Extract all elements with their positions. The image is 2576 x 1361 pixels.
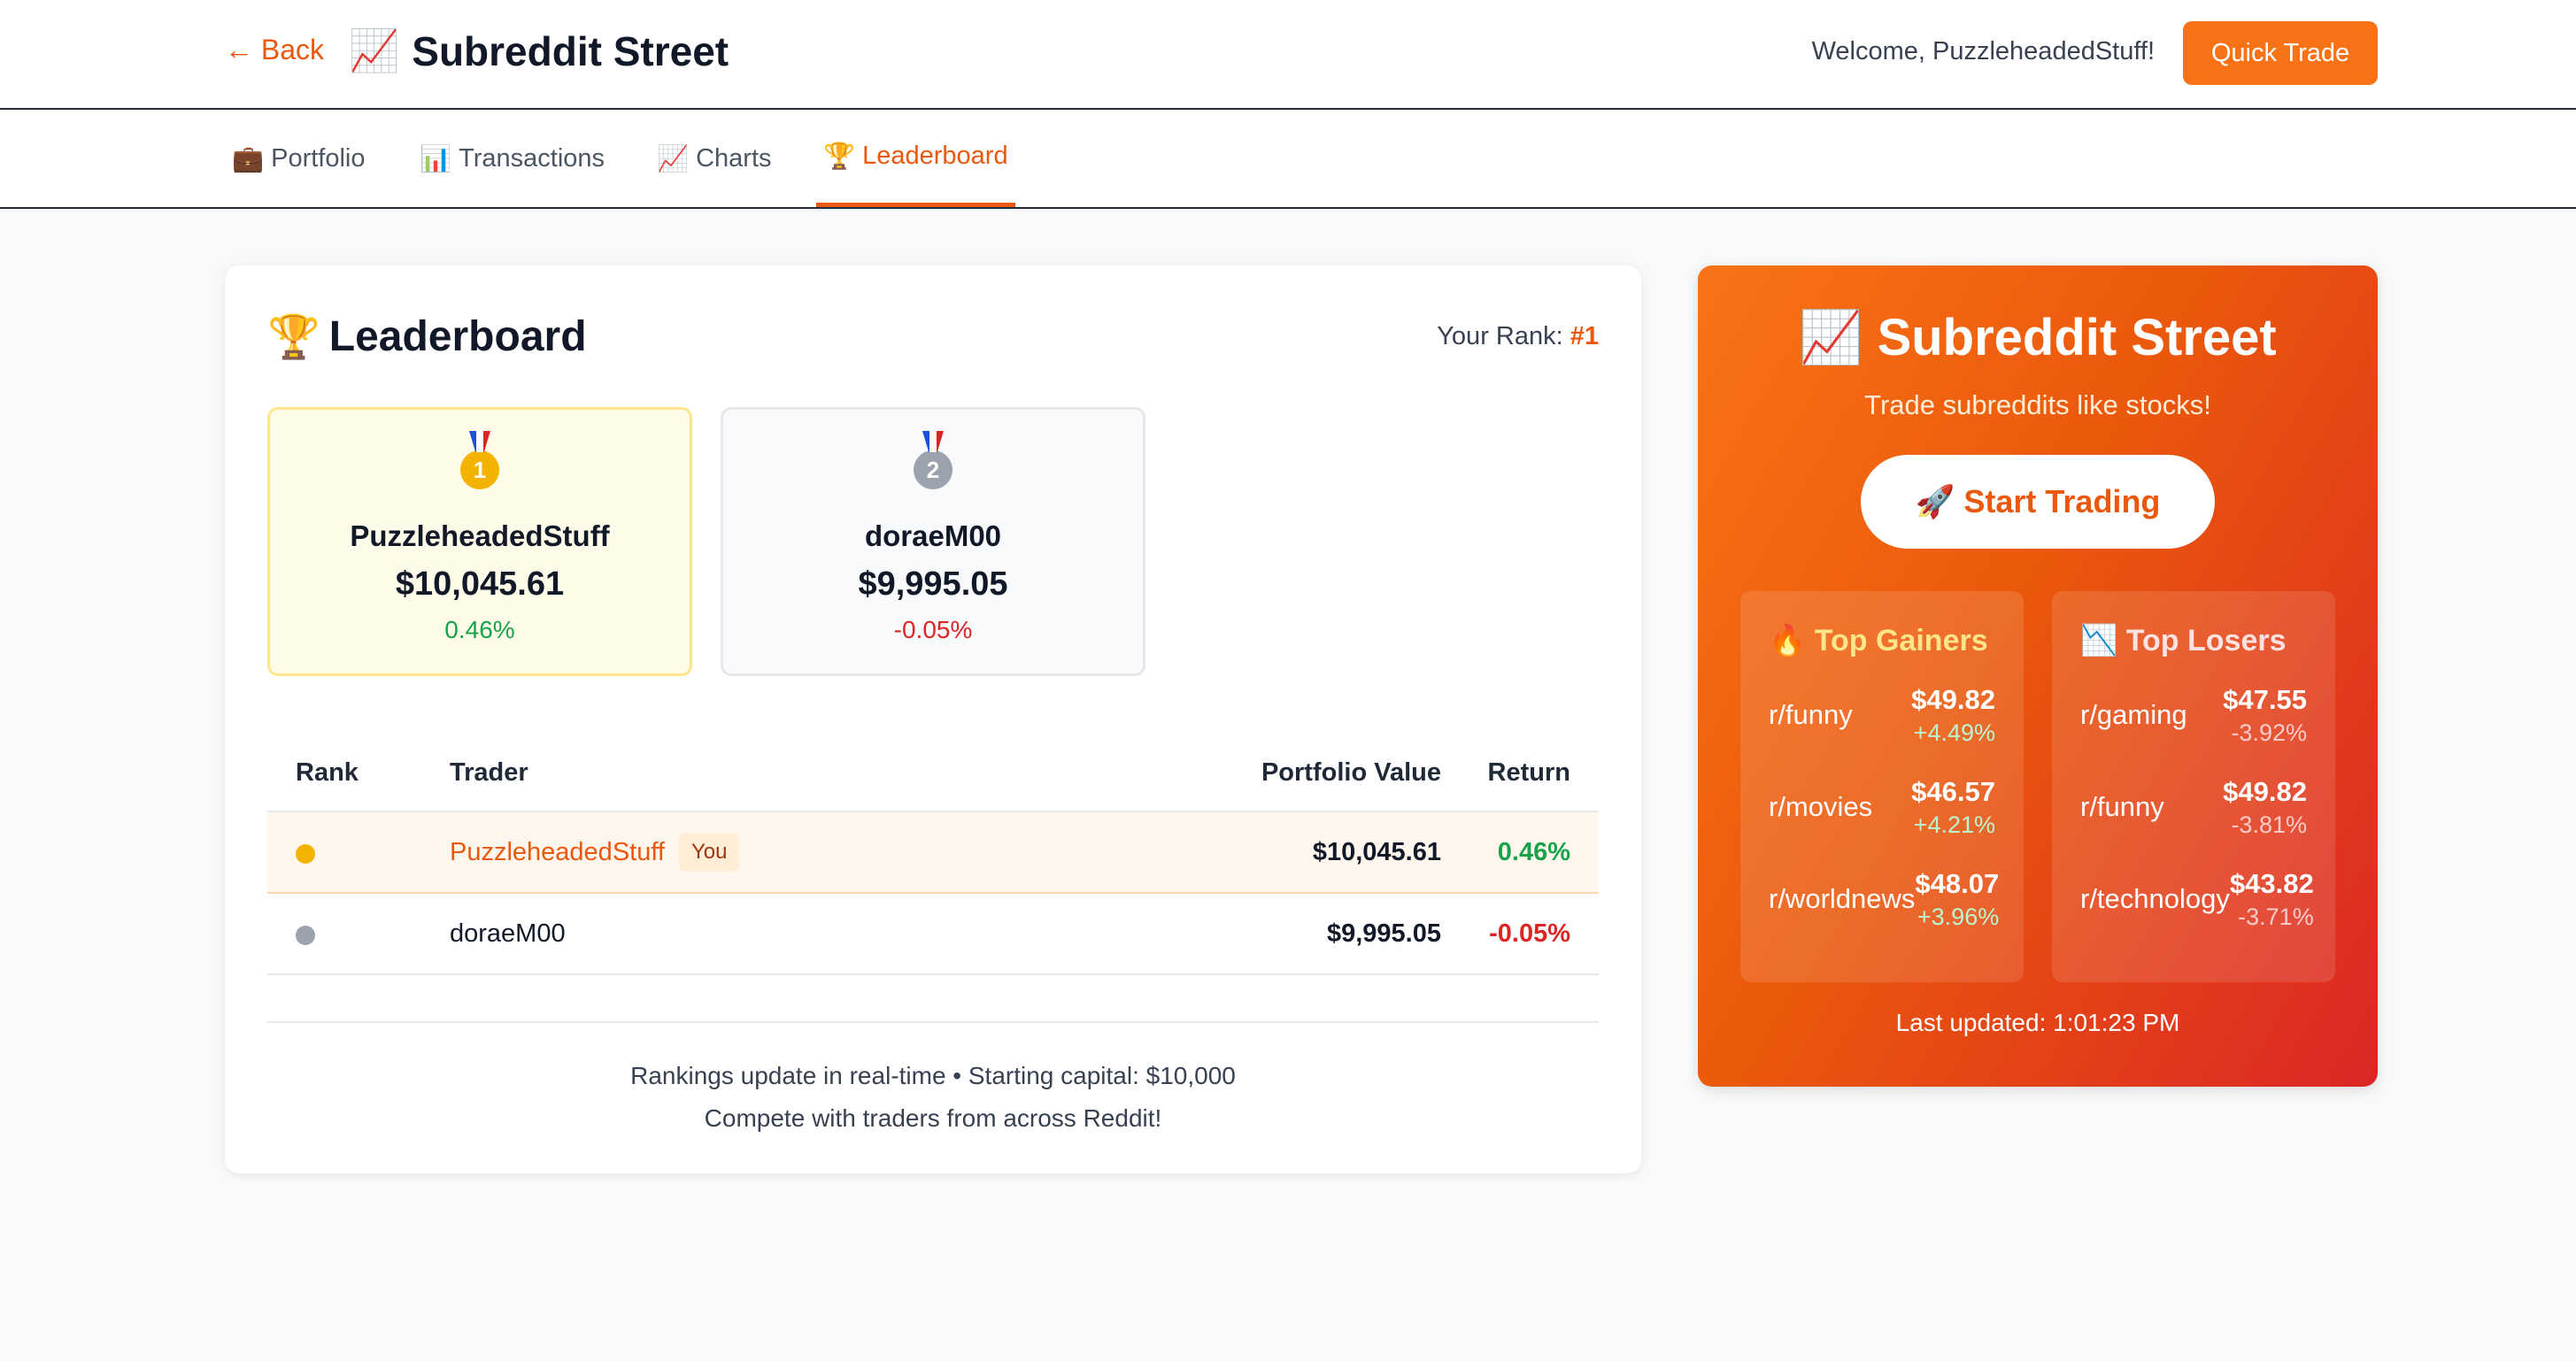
leaderboard-table: Rank Trader Portfolio Value Return Puzzl… bbox=[267, 734, 1599, 975]
silver-medal-icon: 2 bbox=[914, 450, 953, 489]
nav-tabs: 💼 Portfolio 📊 Transactions 📈 Charts 🏆 Le… bbox=[0, 110, 2576, 209]
silver-medal-icon bbox=[296, 925, 315, 945]
table-row[interactable]: doraeM00 $9,995.05 -0.05% bbox=[267, 894, 1599, 975]
quick-trade-button[interactable]: Quick Trade bbox=[2183, 21, 2378, 85]
podium-card-second: 2 doraeM00 $9,995.05 -0.05% bbox=[721, 407, 1145, 676]
last-updated: Last updated: 1:01:23 PM bbox=[1895, 1009, 2180, 1036]
bar-chart-icon: 📊 bbox=[420, 142, 452, 173]
podium-return: 0.46% bbox=[444, 616, 515, 643]
trader-name[interactable]: PuzzleheadedStuff bbox=[450, 838, 665, 867]
your-rank: Your Rank: #1 bbox=[1437, 322, 1599, 351]
mover-item[interactable]: r/movies $46.57 +4.21% bbox=[1769, 772, 1995, 842]
mover-item[interactable]: r/gaming $47.55 -3.92% bbox=[2080, 680, 2307, 750]
table-row[interactable]: PuzzleheadedStuff You $10,045.61 0.46% bbox=[267, 812, 1599, 894]
mover-item[interactable]: r/technology $43.82 -3.71% bbox=[2080, 864, 2314, 934]
top-losers-panel: 📉 Top Losers r/gaming $47.55 -3.92% r/fu… bbox=[2052, 591, 2335, 982]
portfolio-value: $9,995.05 bbox=[1326, 919, 1441, 948]
subreddit-name: r/worldnews bbox=[1769, 883, 1916, 914]
mover-item[interactable]: r/funny $49.82 -3.81% bbox=[2080, 772, 2307, 842]
mover-item[interactable]: r/funny $49.82 +4.49% bbox=[1769, 680, 1995, 750]
tab-label: Portfolio bbox=[271, 143, 366, 173]
mover-change: +4.21% bbox=[1913, 811, 1995, 838]
tab-portfolio[interactable]: 💼 Portfolio bbox=[225, 110, 373, 207]
mover-price: $49.82 bbox=[2223, 775, 2307, 807]
subreddit-name: r/technology bbox=[2080, 883, 2230, 914]
trader-name[interactable]: doraeM00 bbox=[450, 919, 566, 949]
leaderboard-title-text: Leaderboard bbox=[328, 313, 587, 360]
mover-item[interactable]: r/worldnews $48.07 +3.96% bbox=[1769, 864, 1999, 934]
tab-label: Leaderboard bbox=[862, 142, 1008, 170]
chart-up-icon: 📈 bbox=[349, 27, 400, 74]
podium-value: $9,995.05 bbox=[858, 565, 1008, 603]
mover-price: $47.55 bbox=[2223, 683, 2307, 715]
start-trading-button[interactable]: 🚀 Start Trading bbox=[1861, 455, 2215, 549]
subreddit-name: r/funny bbox=[2080, 791, 2164, 822]
welcome-text: Welcome, PuzzleheadedStuff! bbox=[1811, 37, 2155, 65]
top-gainers-panel: 🔥 Top Gainers r/funny $49.82 +4.49% r/mo… bbox=[1740, 591, 2024, 982]
mover-change: -3.92% bbox=[2231, 719, 2307, 746]
leaderboard-title: 🏆 Leaderboard bbox=[267, 311, 587, 362]
mover-change: -3.71% bbox=[2238, 903, 2314, 930]
footer-line: Rankings update in real-time • Starting … bbox=[630, 1062, 1236, 1089]
subreddit-name: r/funny bbox=[1769, 699, 1853, 730]
mover-price: $43.82 bbox=[2229, 867, 2314, 899]
promo-card: 📈 Subreddit Street Trade subreddits like… bbox=[1698, 265, 2378, 1087]
your-rank-label: Your Rank: bbox=[1437, 322, 1563, 350]
podium-value: $10,045.61 bbox=[395, 565, 565, 603]
return-value: -0.05% bbox=[1489, 919, 1570, 948]
chart-up-icon: 📈 bbox=[657, 142, 690, 173]
footer-line: Compete with traders from across Reddit! bbox=[704, 1104, 1162, 1132]
app-title: 📈 Subreddit Street bbox=[349, 27, 729, 75]
portfolio-value: $10,045.61 bbox=[1312, 837, 1441, 866]
tab-label: Transactions bbox=[459, 143, 605, 173]
leaderboard-footer: Rankings update in real-time • Starting … bbox=[267, 1021, 1599, 1140]
tab-transactions[interactable]: 📊 Transactions bbox=[413, 110, 612, 207]
podium-card-first: 1 PuzzleheadedStuff $10,045.61 0.46% bbox=[267, 407, 692, 676]
tab-label: Charts bbox=[696, 143, 772, 173]
gold-medal-icon bbox=[296, 843, 315, 864]
mover-price: $49.82 bbox=[1911, 683, 1995, 715]
promo-title: 📈 Subreddit Street bbox=[1799, 309, 2277, 366]
briefcase-icon: 💼 bbox=[232, 142, 265, 173]
column-rank: Rank bbox=[296, 757, 359, 787]
mover-change: -3.81% bbox=[2231, 811, 2307, 838]
your-rank-value: #1 bbox=[1570, 322, 1599, 350]
return-value: 0.46% bbox=[1497, 837, 1570, 866]
mover-change: +4.49% bbox=[1913, 719, 1995, 746]
trophy-icon: 🏆 bbox=[823, 141, 856, 171]
top-gainers-title: 🔥 Top Gainers bbox=[1769, 624, 1988, 657]
trophy-icon: 🏆 bbox=[267, 312, 320, 362]
top-losers-title: 📉 Top Losers bbox=[2080, 624, 2287, 657]
promo-subtitle: Trade subreddits like stocks! bbox=[1864, 389, 2211, 420]
gold-medal-icon: 1 bbox=[460, 450, 499, 489]
mover-price: $48.07 bbox=[1915, 867, 2000, 899]
podium-name: doraeM00 bbox=[864, 519, 1002, 552]
subreddit-name: r/movies bbox=[1769, 791, 1873, 822]
mover-price: $46.57 bbox=[1911, 775, 1995, 807]
column-trader: Trader bbox=[450, 757, 528, 787]
podium-name: PuzzleheadedStuff bbox=[350, 519, 610, 552]
column-return: Return bbox=[1487, 757, 1570, 787]
tab-charts[interactable]: 📈 Charts bbox=[650, 110, 779, 207]
leaderboard-card: 🏆 Leaderboard Your Rank: #1 1 Puzzlehead… bbox=[225, 265, 1641, 1173]
app-header: ← Back 📈 Subreddit Street Welcome, Puzzl… bbox=[0, 0, 2576, 110]
podium-return: -0.05% bbox=[893, 616, 973, 643]
back-link[interactable]: ← Back bbox=[225, 34, 324, 66]
app-title-text: Subreddit Street bbox=[412, 27, 729, 74]
you-badge: You bbox=[678, 833, 740, 872]
tab-leaderboard[interactable]: 🏆 Leaderboard bbox=[816, 110, 1015, 207]
subreddit-name: r/gaming bbox=[2080, 699, 2187, 730]
mover-change: +3.96% bbox=[1917, 903, 2000, 930]
column-portfolio-value: Portfolio Value bbox=[1261, 757, 1441, 787]
table-header: Rank Trader Portfolio Value Return bbox=[267, 734, 1599, 812]
